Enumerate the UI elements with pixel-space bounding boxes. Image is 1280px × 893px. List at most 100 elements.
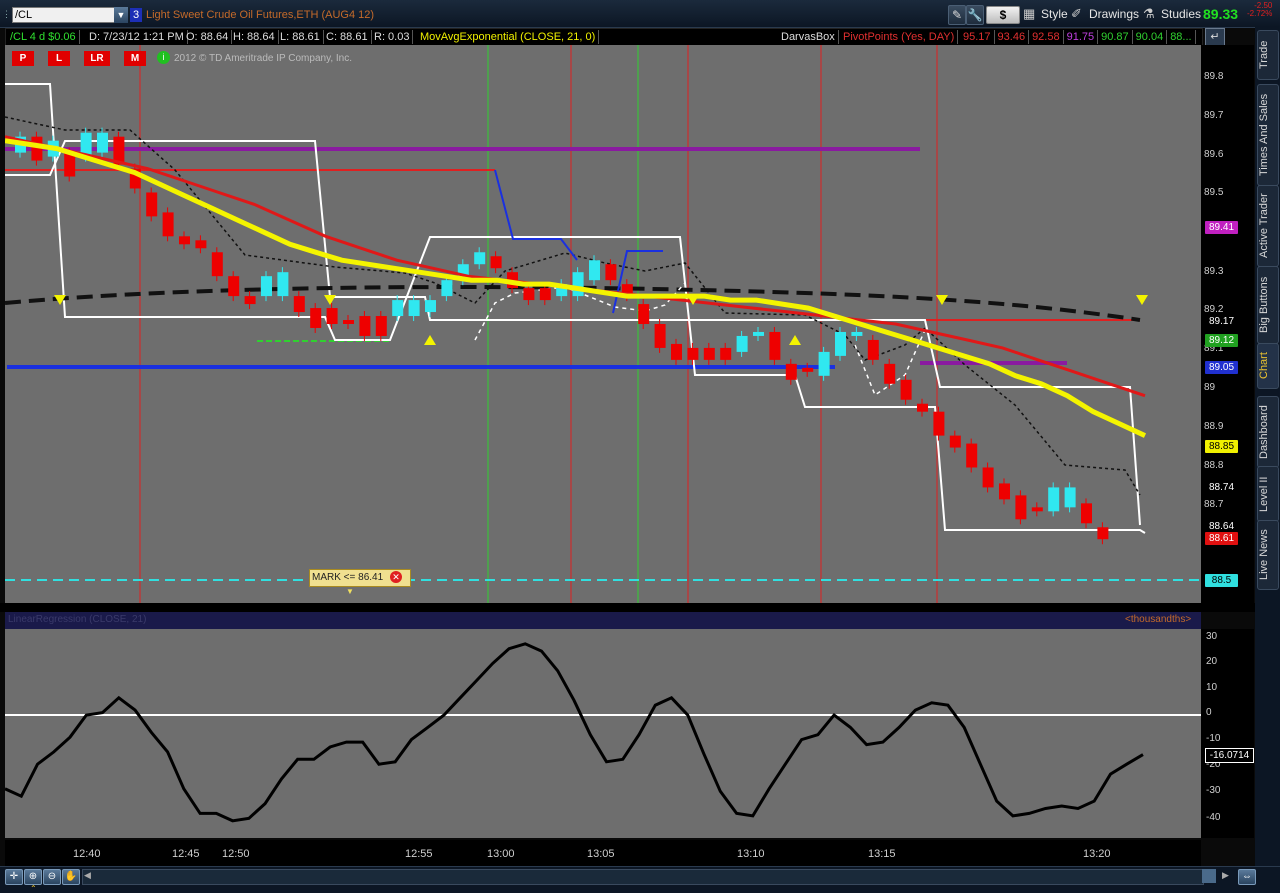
tab-big-buttons[interactable]: Big Buttons bbox=[1257, 266, 1279, 344]
time-axis-label: 13:05 bbox=[587, 848, 615, 860]
candle bbox=[687, 347, 699, 360]
studies-icon[interactable]: ⚗ bbox=[1143, 6, 1159, 22]
candle bbox=[1097, 527, 1109, 540]
horizontal-scrollbar[interactable] bbox=[82, 869, 1204, 885]
scroll-right-icon[interactable]: ▶ bbox=[1222, 870, 1232, 882]
oscillator-axis-label: -10 bbox=[1206, 733, 1221, 744]
tab-level-ii[interactable]: Level II bbox=[1257, 466, 1279, 522]
currency-button[interactable]: $ bbox=[986, 6, 1020, 24]
study-darvas-label[interactable]: DarvasBox bbox=[778, 30, 839, 44]
oscillator-chart[interactable] bbox=[5, 629, 1201, 838]
candle bbox=[785, 363, 797, 380]
chart-button-p[interactable]: P bbox=[12, 51, 34, 66]
link-group-indicator[interactable]: 3 bbox=[130, 8, 142, 22]
candle bbox=[179, 236, 190, 245]
oscillator-current-value: -16.0714 bbox=[1205, 748, 1254, 763]
pencil-tools-icon[interactable]: ✎ bbox=[948, 5, 966, 25]
style-icon[interactable]: ▦ bbox=[1023, 6, 1039, 22]
bar-range: R: 0.03 bbox=[371, 30, 414, 44]
net-change-percent: -2.72% bbox=[1247, 9, 1273, 18]
price-axis-label: 89.3 bbox=[1204, 266, 1224, 277]
price-axis-label: 89.6 bbox=[1204, 149, 1224, 160]
candle bbox=[293, 296, 305, 313]
candle bbox=[1048, 487, 1060, 512]
oscillator-axis-label: -30 bbox=[1206, 785, 1221, 796]
copyright: 2012 © TD Ameritrade IP Company, Inc. bbox=[174, 53, 353, 64]
price-badge: 88.61 bbox=[1205, 532, 1238, 545]
candle bbox=[753, 331, 764, 336]
price-axis-label: 88.8 bbox=[1204, 460, 1224, 471]
wrench-icon[interactable]: 🔧 bbox=[966, 5, 984, 25]
chart-button-m[interactable]: M bbox=[124, 51, 146, 66]
bar-high: H: 88.64 bbox=[230, 30, 279, 44]
bar-open: O: 88.64 bbox=[183, 30, 233, 44]
expand-horizontal-icon[interactable]: ⇔ bbox=[1238, 869, 1256, 885]
price-badge: 88.85 bbox=[1205, 440, 1238, 453]
zoom-in-icon[interactable]: ⊕ bbox=[24, 869, 42, 885]
drawings-icon[interactable]: ✐ bbox=[1071, 6, 1087, 22]
oscillator-canvas bbox=[5, 642, 1201, 823]
price-badge: 89.12 bbox=[1205, 334, 1238, 347]
candle bbox=[884, 363, 896, 384]
signal-arrow-icon bbox=[324, 295, 336, 305]
tab-active-trader[interactable]: Active Trader bbox=[1257, 185, 1279, 267]
tab-chart[interactable]: Chart bbox=[1257, 343, 1279, 389]
pivot-value: 91.75 bbox=[1064, 30, 1099, 44]
crosshair-icon[interactable]: ✛ bbox=[5, 869, 23, 885]
price-badge: 89.05 bbox=[1205, 361, 1238, 374]
toolbar-grip-icon: ⋮ bbox=[2, 9, 11, 19]
chart-button-l[interactable]: L bbox=[48, 51, 70, 66]
time-axis-label: 13:00 bbox=[487, 848, 515, 860]
symbol-input[interactable]: /CL bbox=[12, 7, 118, 23]
candle bbox=[310, 308, 322, 328]
oscillator-axis-label: 10 bbox=[1206, 682, 1218, 693]
chart-aggregation-label[interactable]: /CL 4 d $0.06 bbox=[7, 30, 80, 44]
chart-button-lr[interactable]: LR bbox=[84, 51, 110, 66]
study-pivots-label[interactable]: PivotPoints (Yes, DAY) bbox=[840, 30, 959, 44]
price-axis-label: 89.8 bbox=[1204, 71, 1224, 82]
signal-arrow-icon bbox=[1136, 295, 1148, 305]
candle bbox=[654, 324, 666, 348]
candle bbox=[425, 300, 436, 313]
tab-trade[interactable]: Trade bbox=[1257, 30, 1279, 80]
zoom-out-icon[interactable]: ⊖ bbox=[43, 869, 61, 885]
lower-study-header bbox=[5, 612, 1201, 629]
pivot-value: 90.04 bbox=[1133, 30, 1168, 44]
price-chart[interactable] bbox=[5, 45, 1201, 603]
tab-times-and-sales[interactable]: Times And Sales bbox=[1257, 84, 1279, 186]
candle bbox=[999, 483, 1010, 500]
candle bbox=[359, 316, 371, 336]
candle bbox=[851, 331, 863, 336]
close-icon[interactable]: ✕ bbox=[390, 571, 402, 583]
candle bbox=[572, 272, 584, 297]
zigzag-line bbox=[494, 169, 578, 261]
tab-dashboard[interactable]: Dashboard bbox=[1257, 396, 1279, 468]
study-ema-label[interactable]: MovAvgExponential (CLOSE, 21, 0) bbox=[417, 30, 600, 44]
pan-hand-icon[interactable]: ✋ bbox=[62, 869, 80, 885]
signal-arrow-icon bbox=[424, 335, 436, 345]
info-icon[interactable]: i bbox=[157, 51, 170, 64]
scroll-left-icon[interactable]: ◀ bbox=[84, 870, 94, 882]
lower-study-title[interactable]: LinearRegression (CLOSE, 21) bbox=[8, 614, 146, 625]
candle bbox=[343, 320, 354, 324]
time-axis-label: 13:20 bbox=[1083, 848, 1111, 860]
oscillator-axis-label: -40 bbox=[1206, 812, 1221, 823]
candle bbox=[917, 403, 928, 412]
candle bbox=[261, 276, 272, 297]
candle bbox=[703, 347, 715, 360]
studies-menu[interactable]: Studies bbox=[1161, 7, 1201, 21]
scrollbar-thumb[interactable] bbox=[1202, 869, 1216, 883]
candle bbox=[966, 443, 978, 468]
candle bbox=[195, 240, 207, 249]
tab-live-news[interactable]: Live News bbox=[1257, 520, 1279, 590]
lower-study-units: <thousandths> bbox=[1125, 614, 1192, 625]
symbol-dropdown-button[interactable]: ▼ bbox=[114, 7, 128, 23]
pane-divider[interactable] bbox=[0, 603, 1255, 612]
drawings-menu[interactable]: Drawings bbox=[1089, 7, 1139, 21]
oscillator-axis-label: 0 bbox=[1206, 707, 1212, 718]
style-menu[interactable]: Style bbox=[1041, 7, 1068, 21]
candle bbox=[769, 331, 781, 360]
ema-fast-line bbox=[5, 138, 1147, 438]
time-axis-label: 12:45 bbox=[172, 848, 200, 860]
candle bbox=[211, 252, 223, 277]
